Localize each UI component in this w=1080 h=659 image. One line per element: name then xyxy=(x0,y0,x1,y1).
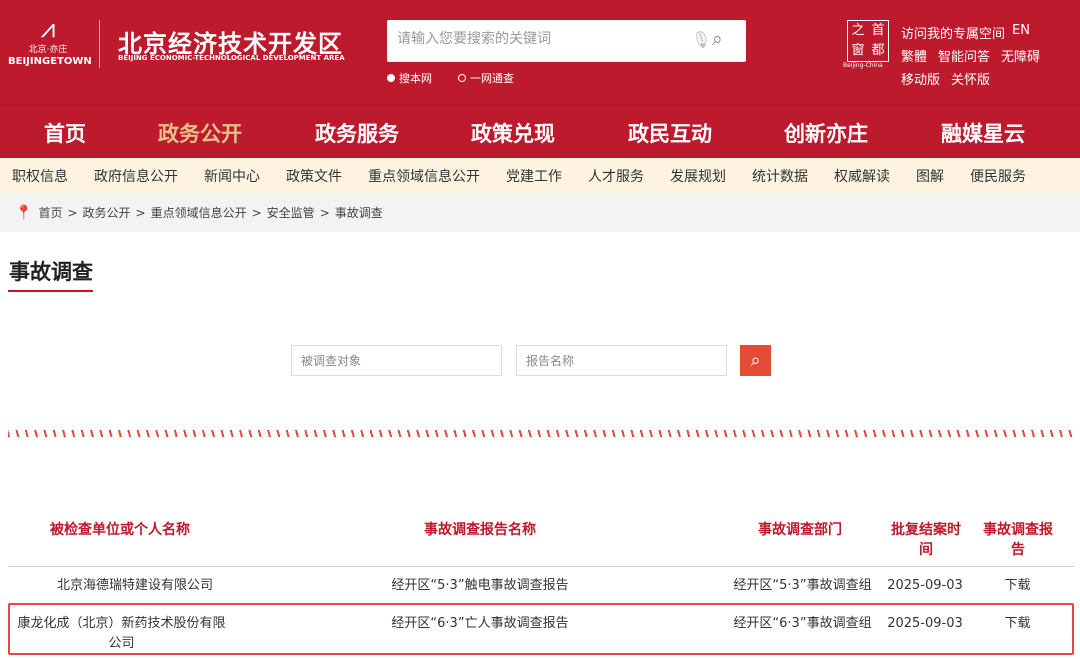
nav-home[interactable]: 首页 xyxy=(44,118,86,148)
link-personal-space[interactable]: 访问我的专属空间 xyxy=(901,23,1005,42)
link-accessibility[interactable]: 无障碍 xyxy=(1001,46,1040,65)
search-icon[interactable]: ⌕ xyxy=(712,28,723,50)
breadcrumb-separator: > xyxy=(251,205,262,220)
col-header-date: 批复结案时间 xyxy=(891,522,961,558)
subnav-item[interactable]: 图解 xyxy=(916,166,944,186)
subnav-item[interactable]: 权威解读 xyxy=(834,166,890,186)
logo-mark-icon: ⩘ xyxy=(40,14,56,44)
search-input[interactable] xyxy=(397,31,687,47)
download-link[interactable]: 下载 xyxy=(990,576,1045,596)
cell-date: 2025-09-03 xyxy=(887,616,963,631)
col-header-file: 事故调查报告 xyxy=(983,522,1053,558)
radio-label: 搜本网 xyxy=(399,72,432,85)
breadcrumb-item[interactable]: 事故调查 xyxy=(335,204,383,221)
location-pin-icon: 📍 xyxy=(15,204,33,221)
microphone-icon[interactable]: 🎙 xyxy=(691,30,711,49)
breadcrumb-separator: > xyxy=(67,205,78,220)
page-title: 事故调查 xyxy=(9,260,93,284)
subnav-item[interactable]: 新闻中心 xyxy=(204,166,260,186)
emblem-char: 之 xyxy=(851,23,865,38)
emblem-caption: Beijing-China xyxy=(843,62,883,69)
search-icon: ⌕ xyxy=(750,350,761,370)
sub-nav: 职权信息 政府信息公开 新闻中心 政策文件 重点领域信息公开 党建工作 人才服务… xyxy=(0,158,1080,193)
cell-dept: 经开区“5·3”事故调查组 xyxy=(733,578,872,593)
emblem-char: 都 xyxy=(871,43,885,58)
download-link[interactable]: 下载 xyxy=(990,614,1045,634)
breadcrumb-item[interactable]: 重点领域信息公开 xyxy=(151,204,247,221)
nav-gov-affairs-public[interactable]: 政务公开 xyxy=(158,118,242,161)
scope-radio-site[interactable]: 搜本网 xyxy=(387,70,432,86)
logo-divider xyxy=(99,20,100,68)
link-mobile[interactable]: 移动版 xyxy=(901,69,940,88)
scope-radio-all[interactable]: 一网通查 xyxy=(458,70,514,86)
link-care-mode[interactable]: 关怀版 xyxy=(951,69,990,88)
logo-en: BEIJINGETOWN xyxy=(8,56,92,67)
logo-cn: 北京·亦庄 xyxy=(28,45,68,55)
site-logo[interactable]: ⩘ 北京·亦庄 BEIJINGETOWN xyxy=(8,14,92,74)
site-subtitle: BEIJING ECONOMIC-TECHNOLOGICAL DEVELOPME… xyxy=(118,54,345,62)
col-header-report: 事故调查报告名称 xyxy=(424,522,536,538)
cell-unit: 康龙化成（北京）新药技术股份有限公司 xyxy=(17,616,226,651)
cell-date: 2025-09-03 xyxy=(887,578,963,593)
emblem-char: 窗 xyxy=(851,43,865,58)
cell-dept: 经开区“6·3”事故调查组 xyxy=(733,616,872,631)
breadcrumb-item[interactable]: 首页 xyxy=(38,204,62,221)
search-box: 🎙 ⌕ xyxy=(387,20,746,62)
subnav-item[interactable]: 重点领域信息公开 xyxy=(368,166,480,186)
subnav-item[interactable]: 党建工作 xyxy=(506,166,562,186)
breadcrumb-separator: > xyxy=(135,205,146,220)
cell-report: 经开区“6·3”亡人事故调查报告 xyxy=(391,616,569,631)
breadcrumb: 📍 首页 > 政务公开 > 重点领域信息公开 > 安全监管 > 事故调查 xyxy=(0,193,1080,232)
col-header-unit: 被检查单位或个人名称 xyxy=(50,522,190,538)
subnav-item[interactable]: 发展规划 xyxy=(670,166,726,186)
site-header: ⩘ 北京·亦庄 BEIJINGETOWN 北京经济技术开发区 BEIJING E… xyxy=(0,0,1080,105)
nav-gov-services[interactable]: 政务服务 xyxy=(315,118,399,148)
filter-search-button[interactable]: ⌕ xyxy=(740,345,771,376)
main-nav: 首页 政务公开 政务服务 政策兑现 政民互动 创新亦庄 融媒星云 xyxy=(0,105,1080,161)
title-underline xyxy=(8,290,93,292)
subnav-item[interactable]: 政策文件 xyxy=(286,166,342,186)
radio-label: 一网通查 xyxy=(470,72,514,85)
decorative-divider xyxy=(8,430,1072,437)
subnav-item[interactable]: 职权信息 xyxy=(12,166,68,186)
subnav-item[interactable]: 政府信息公开 xyxy=(94,166,178,186)
cell-report: 经开区“5·3”触电事故调查报告 xyxy=(391,578,569,593)
header-divider xyxy=(8,566,1074,567)
nav-interaction[interactable]: 政民互动 xyxy=(628,118,712,148)
subject-input[interactable] xyxy=(291,345,502,376)
link-english[interactable]: EN xyxy=(1012,23,1030,38)
nav-media[interactable]: 融媒星云 xyxy=(941,118,1025,148)
cell-unit: 北京海德瑞特建设有限公司 xyxy=(56,578,213,593)
breadcrumb-item[interactable]: 政务公开 xyxy=(83,204,131,221)
subnav-item[interactable]: 统计数据 xyxy=(752,166,808,186)
nav-innovation[interactable]: 创新亦庄 xyxy=(784,118,868,148)
subnav-item[interactable]: 便民服务 xyxy=(970,166,1026,186)
emblem-char: 首 xyxy=(871,23,885,38)
col-header-dept: 事故调查部门 xyxy=(758,522,842,538)
breadcrumb-separator: > xyxy=(319,205,330,220)
capital-window-emblem[interactable]: 之首窗都 xyxy=(847,20,889,62)
nav-policy-fulfillment[interactable]: 政策兑现 xyxy=(471,118,555,148)
link-smart-qa[interactable]: 智能问答 xyxy=(938,46,990,65)
link-traditional[interactable]: 繁體 xyxy=(901,46,927,65)
subnav-item[interactable]: 人才服务 xyxy=(588,166,644,186)
breadcrumb-item[interactable]: 安全监管 xyxy=(267,204,315,221)
report-name-input[interactable] xyxy=(516,345,727,376)
